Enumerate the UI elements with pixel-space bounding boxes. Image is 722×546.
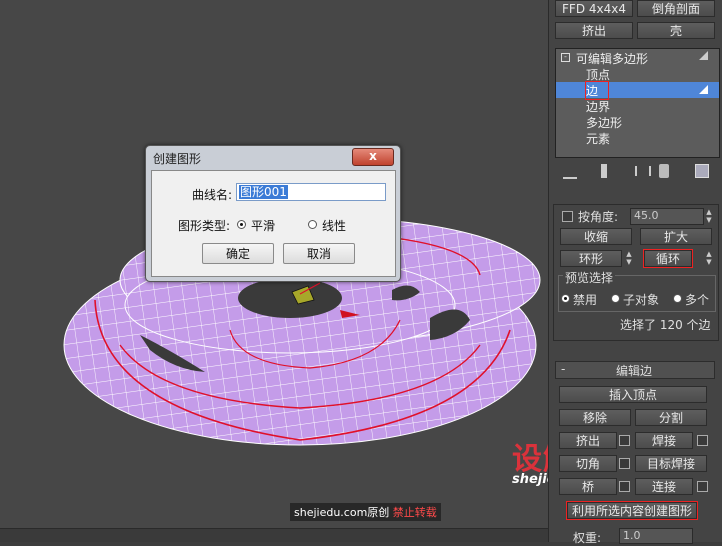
by-angle-field[interactable]: 45.0 xyxy=(630,208,704,225)
make-unique-icon[interactable] xyxy=(635,166,651,176)
timeline-ruler[interactable] xyxy=(0,528,548,542)
dialog-title: 创建图形 xyxy=(153,152,202,166)
stack-root-light-icon[interactable] xyxy=(699,51,708,60)
weight-label: 权重: xyxy=(573,531,602,545)
preview-subobject-radio[interactable] xyxy=(611,294,620,303)
close-button[interactable]: x xyxy=(352,148,394,166)
edit-edges-collapse: - xyxy=(561,362,566,376)
watermark-footer-warning: 禁止转载 xyxy=(392,506,437,519)
stack-collapse-icon[interactable]: - xyxy=(561,53,570,62)
by-angle-value: 45.0 xyxy=(634,209,659,222)
radio-linear[interactable] xyxy=(308,220,317,229)
preview-selection-label: 预览选择 xyxy=(563,269,616,286)
bridge-button[interactable]: 桥 xyxy=(559,478,617,495)
create-shape-from-selection-button[interactable]: 利用所选内容创建图形 xyxy=(566,501,698,520)
grow-button[interactable]: 扩大 xyxy=(640,228,712,245)
stack-item-polygon[interactable]: 多边形 xyxy=(586,114,622,131)
close-icon: x xyxy=(369,149,377,163)
stack-item-edge-row[interactable]: 边 xyxy=(556,81,719,100)
modifier-ffd-button[interactable]: FFD 4x4x4 xyxy=(555,0,633,17)
preview-selection-group: 预览选择 禁用 子对象 多个 xyxy=(558,269,716,312)
chamfer-settings-icon[interactable] xyxy=(619,458,630,469)
selection-status: 选择了 120 个边 xyxy=(620,318,711,332)
pin-stack-icon[interactable] xyxy=(563,167,577,179)
ring-button[interactable]: 环形 xyxy=(560,250,622,267)
radio-smooth[interactable] xyxy=(237,220,246,229)
bridge-settings-icon[interactable] xyxy=(619,481,630,492)
stack-edge-light-icon xyxy=(699,85,708,94)
extrude-button[interactable]: 挤出 xyxy=(559,432,617,449)
modifier-extrude-button[interactable]: 挤出 xyxy=(555,22,633,39)
watermark-logo-text: 设解读 xyxy=(512,442,548,477)
preview-disabled-radio[interactable] xyxy=(561,294,570,303)
connect-settings-icon[interactable] xyxy=(697,481,708,492)
weight-value: 1.0 xyxy=(623,529,641,542)
selection-rollout: 按角度: 45.0 ▲ ▼ 收缩 扩大 环形 ▲ ▼ 循环 ▲ ▼ 预览选择 禁用 子… xyxy=(553,204,719,341)
modifier-bevel-profile-button[interactable]: 倒角剖面 xyxy=(637,0,715,17)
curve-name-value: 图形001 xyxy=(239,185,288,199)
by-angle-label: 按角度: xyxy=(578,210,619,224)
curve-name-label: 曲线名: xyxy=(192,188,233,202)
weld-settings-icon[interactable] xyxy=(697,435,708,446)
cancel-button[interactable]: 取消 xyxy=(283,243,355,264)
modifier-stack[interactable]: - 可编辑多边形 顶点 边 边界 多边形 元素 xyxy=(555,48,720,158)
watermark-footer-original: 原创 xyxy=(367,506,390,519)
loop-spinner[interactable]: ▲ ▼ xyxy=(704,250,714,267)
connect-button[interactable]: 连接 xyxy=(635,478,693,495)
edit-edges-rollout-header[interactable]: - 编辑边 xyxy=(555,361,715,379)
target-weld-button[interactable]: 目标焊接 xyxy=(635,455,707,472)
watermark-footer-domain: shejiedu.com xyxy=(294,506,368,519)
show-end-result-icon[interactable] xyxy=(601,164,607,178)
watermark-logo: 设解读 shejiedu.com xyxy=(512,434,548,487)
preview-disabled-label: 禁用 xyxy=(573,293,598,307)
by-angle-checkbox[interactable] xyxy=(562,211,573,222)
extrude-settings-icon[interactable] xyxy=(619,435,630,446)
edit-edges-title: 编辑边 xyxy=(616,364,653,378)
modifier-shell-button[interactable]: 壳 xyxy=(637,22,715,39)
create-shape-dialog[interactable]: 创建图形 x 曲线名: 图形001 图形类型: 平滑 线性 确定 取消 xyxy=(145,145,401,282)
remove-modifier-icon[interactable] xyxy=(659,164,669,178)
command-panel: FFD 4x4x4 倒角剖面 挤出 壳 - 可编辑多边形 顶点 边 边界 多边形… xyxy=(548,0,722,545)
remove-button[interactable]: 移除 xyxy=(559,409,631,426)
shrink-button[interactable]: 收缩 xyxy=(560,228,632,245)
radio-linear-label: 线性 xyxy=(322,219,347,233)
ok-button[interactable]: 确定 xyxy=(202,243,274,264)
insert-vertex-button[interactable]: 插入顶点 xyxy=(559,386,707,403)
dialog-body: 曲线名: 图形001 图形类型: 平滑 线性 确定 取消 xyxy=(151,170,396,277)
loop-button[interactable]: 循环 xyxy=(643,249,693,268)
radio-smooth-label: 平滑 xyxy=(251,219,276,233)
preview-subobject-label: 子对象 xyxy=(623,293,660,307)
watermark-footer: shejiedu.com原创 禁止转载 xyxy=(290,503,441,521)
stack-item-vertex[interactable]: 顶点 xyxy=(586,66,610,83)
stack-item-edge: 边 xyxy=(584,81,610,100)
curve-name-input[interactable]: 图形001 xyxy=(236,183,386,201)
by-angle-spinner[interactable]: ▲ ▼ xyxy=(704,208,714,225)
configure-sets-icon[interactable] xyxy=(695,164,709,178)
split-button[interactable]: 分割 xyxy=(635,409,707,426)
shape-type-label: 图形类型: xyxy=(178,219,231,233)
stack-root-editable-poly[interactable]: 可编辑多边形 xyxy=(576,50,648,67)
weld-button[interactable]: 焊接 xyxy=(635,432,693,449)
stack-item-element[interactable]: 元素 xyxy=(586,130,610,147)
preview-multiple-radio[interactable] xyxy=(673,294,682,303)
chamfer-button[interactable]: 切角 xyxy=(559,455,617,472)
preview-multiple-label: 多个 xyxy=(685,293,710,307)
ring-spinner[interactable]: ▲ ▼ xyxy=(624,250,634,267)
stack-item-border[interactable]: 边界 xyxy=(586,98,610,115)
